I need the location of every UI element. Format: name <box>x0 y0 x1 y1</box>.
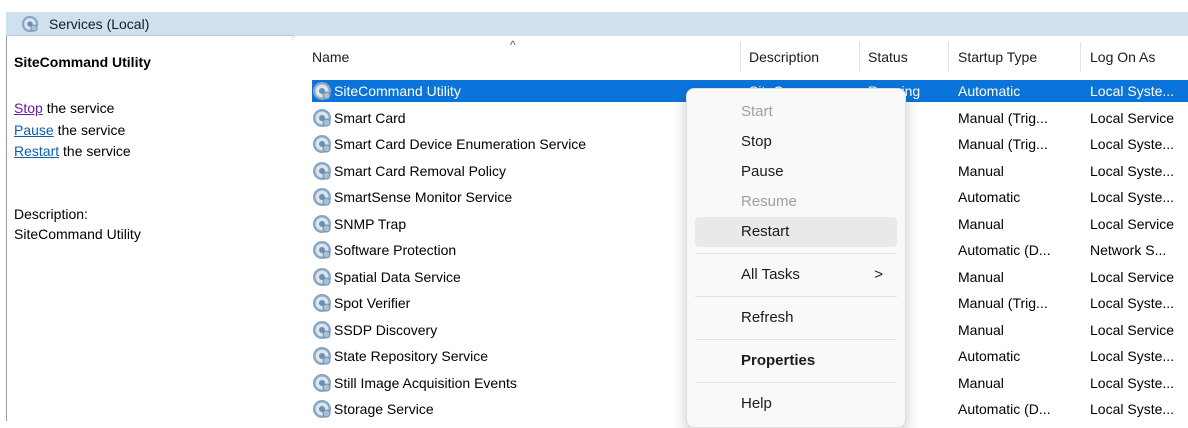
column-header-status[interactable]: Status <box>868 49 908 65</box>
submenu-arrow-icon: > <box>874 266 883 283</box>
service-gear-icon <box>312 399 332 419</box>
service-log-on-as-cell: Local Syste... <box>1090 136 1175 152</box>
column-header-log-on-as[interactable]: Log On As <box>1090 49 1155 65</box>
menu-item-resume[interactable]: Resume <box>695 187 897 217</box>
service-startup-type-cell: Manual (Trig... <box>958 136 1048 152</box>
menu-item-properties[interactable]: Properties <box>695 346 897 376</box>
menu-item-start[interactable]: Start <box>695 97 897 127</box>
service-log-on-as-cell: Local Syste... <box>1090 295 1175 311</box>
menu-item-help[interactable]: Help <box>695 389 897 419</box>
table-row[interactable]: Software Protection Automatic (D... Networ… <box>0 239 1188 261</box>
header-title: Services (Local) <box>49 15 150 32</box>
service-startup-type-cell: Automatic <box>958 83 1021 99</box>
service-gear-icon <box>312 293 332 313</box>
column-separator[interactable] <box>1080 42 1081 72</box>
service-startup-type-cell: Manual (Trig... <box>958 109 1048 126</box>
service-name-cell: SmartSense Monitor Service <box>334 189 513 205</box>
column-separator[interactable] <box>740 42 741 72</box>
service-log-on-as-cell: Local Syste... <box>1090 83 1175 99</box>
service-gear-icon <box>312 346 332 366</box>
context-menu: Start Stop Pause Resume Restart All Task… <box>686 88 906 428</box>
table-row[interactable]: Smart Card Manual (Trig... Local Service <box>0 107 1188 129</box>
service-startup-type-cell: Manual <box>958 162 1004 179</box>
table-row[interactable]: SiteCommand UtilitySiteC...RunningAutoma… <box>0 80 1188 102</box>
table-row[interactable]: Smart Card Device Enumeration Service Man… <box>0 133 1188 155</box>
service-gear-icon <box>312 267 332 287</box>
service-startup-type-cell: Manual <box>958 215 1004 232</box>
service-gear-icon <box>312 214 332 234</box>
selected-service-title: SiteCommand Utility <box>14 54 151 70</box>
service-name-cell: Spot Verifier <box>334 295 411 311</box>
table-row[interactable]: Smart Card Removal Policy Manual Local Sys… <box>0 160 1188 182</box>
table-row[interactable]: Storage ServiceningAutomatic (D...Local … <box>0 398 1188 420</box>
service-log-on-as-cell: Local Service <box>1090 268 1175 285</box>
service-name-cell: Smart Card Device Enumeration Service <box>334 136 587 152</box>
service-name-cell: SSDP Discovery <box>334 321 438 338</box>
table-row[interactable]: Spatial Data Service Manual Local Service <box>0 266 1188 288</box>
service-startup-type-cell: Automatic (D... <box>958 401 1051 417</box>
service-name-cell: Smart Card Removal Policy <box>334 162 506 179</box>
table-row[interactable]: SNMP Trap Manual Local Service <box>0 213 1188 235</box>
service-name-cell: Spatial Data Service <box>334 268 461 285</box>
service-log-on-as-cell: Local Syste... <box>1090 162 1175 179</box>
service-startup-type-cell: Automatic (D... <box>958 242 1051 258</box>
service-name-cell: Software Protection <box>334 242 457 258</box>
service-log-on-as-cell: Local Service <box>1090 321 1175 338</box>
service-name-cell: SNMP Trap <box>334 215 407 232</box>
menu-item-restart[interactable]: Restart <box>695 217 897 247</box>
service-gear-icon <box>312 373 332 393</box>
sort-ascending-icon: ^ <box>510 38 516 52</box>
table-row[interactable]: Spot Verifier Manual (Trig... Local Syste.… <box>0 292 1188 314</box>
service-gear-icon <box>312 108 332 128</box>
service-startup-type-cell: Manual <box>958 374 1004 391</box>
service-log-on-as-cell: Local Service <box>1090 109 1175 126</box>
service-log-on-as-cell: Local Syste... <box>1090 189 1175 205</box>
column-header-description[interactable]: Description <box>749 49 819 65</box>
service-startup-type-cell: Manual (Trig... <box>958 295 1048 311</box>
column-header-name[interactable]: Name <box>312 49 349 65</box>
service-name-cell: SiteCommand Utility <box>334 83 461 99</box>
service-log-on-as-cell: Local Syste... <box>1090 348 1175 364</box>
service-startup-type-cell: Automatic <box>958 189 1021 205</box>
service-name-cell: Smart Card <box>334 109 406 126</box>
column-separator[interactable] <box>948 42 949 72</box>
service-name-cell: Storage Service <box>334 401 434 417</box>
service-gear-icon <box>312 81 332 101</box>
service-startup-type-cell: Automatic <box>958 348 1021 364</box>
service-log-on-as-cell: Local Syste... <box>1090 374 1175 391</box>
menu-separator <box>695 382 897 383</box>
service-gear-icon <box>312 240 332 260</box>
all-tasks-label: All Tasks <box>741 266 800 283</box>
menu-item-pause[interactable]: Pause <box>695 157 897 187</box>
service-startup-type-cell: Manual <box>958 321 1004 338</box>
list-pane-top-curve <box>290 32 1188 44</box>
menu-item-refresh[interactable]: Refresh <box>695 303 897 333</box>
menu-separator <box>695 296 897 297</box>
services-gear-icon <box>21 15 39 33</box>
service-gear-icon <box>312 134 332 154</box>
service-log-on-as-cell: Local Syste... <box>1090 401 1175 417</box>
table-row[interactable]: Still Image Acquisition Events Manual Loca… <box>0 372 1188 394</box>
service-gear-icon <box>312 161 332 181</box>
service-log-on-as-cell: Local Service <box>1090 215 1175 232</box>
service-gear-icon <box>312 320 332 340</box>
column-header-startup-type[interactable]: Startup Type <box>958 49 1037 65</box>
service-gear-icon <box>312 187 332 207</box>
service-name-cell: State Repository Service <box>334 348 489 364</box>
menu-separator <box>695 339 897 340</box>
menu-separator <box>695 253 897 254</box>
column-separator[interactable] <box>859 42 860 72</box>
table-row[interactable]: SSDP DiscoveryningManualLocal Service <box>0 319 1188 341</box>
service-log-on-as-cell: Network S... <box>1090 242 1167 258</box>
table-row[interactable]: SmartSense Monitor ServiceningAutomaticL… <box>0 186 1188 208</box>
service-startup-type-cell: Manual <box>958 268 1004 285</box>
table-row[interactable]: State Repository ServiceningAutomaticLoc… <box>0 345 1188 367</box>
menu-item-all-tasks[interactable]: All Tasks > <box>695 260 897 290</box>
menu-item-stop[interactable]: Stop <box>695 127 897 157</box>
service-name-cell: Still Image Acquisition Events <box>334 374 517 391</box>
